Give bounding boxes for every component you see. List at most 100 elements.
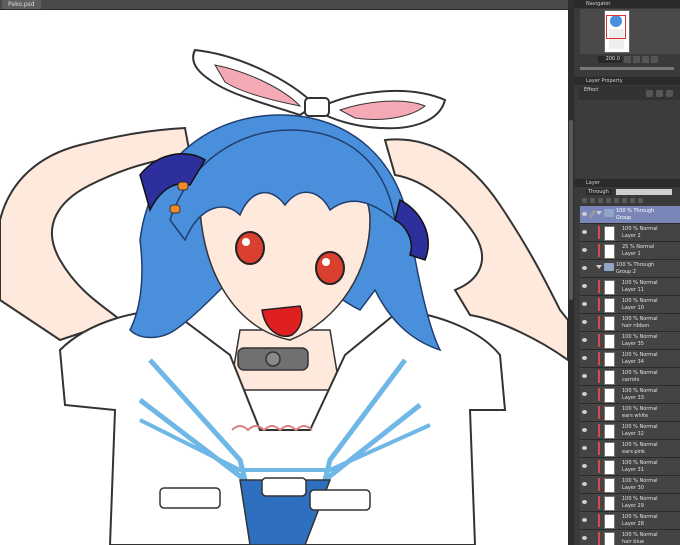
document-tab[interactable]: Peko.psd — [2, 0, 41, 9]
clip-icon[interactable] — [582, 198, 587, 203]
layer-thumbnail — [604, 496, 615, 511]
layer-color-indicator — [598, 424, 600, 437]
eye-icon[interactable] — [582, 230, 587, 234]
drawing-canvas[interactable] — [0, 10, 568, 545]
effect-tone-icon[interactable] — [656, 90, 663, 97]
zoom-value[interactable]: 200.0 — [598, 56, 622, 63]
navigator-preview[interactable] — [580, 9, 680, 54]
layer-thumbnail — [604, 460, 615, 475]
layer-row[interactable]: 100 % Normal Layer 35 — [580, 332, 680, 350]
eye-icon[interactable] — [582, 482, 587, 486]
layer-row[interactable]: 100 % Normal Layer 32 — [580, 422, 680, 440]
layer-row[interactable]: 100 % Normal Layer 10 — [580, 296, 680, 314]
layer-row[interactable]: 100 % Normal Layer 2 — [580, 224, 680, 242]
layer-folder-row[interactable]: 100 % Through Group 2 — [580, 260, 680, 278]
left-eye — [235, 231, 265, 265]
zoom-in-icon[interactable] — [633, 56, 640, 63]
eye-icon[interactable] — [582, 320, 587, 324]
carrot-clip-1 — [177, 181, 189, 191]
layer-blend-info: 100 % Normal — [622, 280, 658, 286]
eye-icon[interactable] — [582, 500, 587, 504]
layer-blend-info: 100 % Normal — [622, 334, 658, 340]
eye-icon[interactable] — [582, 284, 587, 288]
layer-name: Layer 31 — [622, 467, 644, 473]
layer-blend-info: 100 % Normal — [622, 424, 658, 430]
expand-chevron-icon[interactable] — [596, 211, 602, 215]
layer-blend-info: 100 % Normal — [622, 298, 658, 304]
pen-icon — [589, 209, 596, 219]
mask-icon[interactable] — [622, 198, 627, 203]
reference-icon[interactable] — [590, 198, 595, 203]
layer-thumbnail — [604, 406, 615, 421]
eye-icon[interactable] — [582, 266, 587, 270]
eye-icon[interactable] — [582, 212, 587, 216]
expand-chevron-icon[interactable] — [596, 265, 602, 269]
layer-blend-info: 100 % Normal — [622, 496, 658, 502]
zoom-out-icon[interactable] — [624, 56, 631, 63]
layer-thumbnail — [604, 388, 615, 403]
right-pocket-flap — [309, 489, 371, 511]
navigator-view-frame[interactable] — [606, 15, 626, 39]
layer-row[interactable]: 100 % Normal Layer 30 — [580, 476, 680, 494]
eye-icon[interactable] — [582, 518, 587, 522]
blend-mode-select[interactable]: Through — [586, 189, 612, 195]
effect-color-icon[interactable] — [666, 90, 673, 97]
scrollbar-thumb[interactable] — [569, 120, 573, 300]
navigator-controls: 200.0 — [580, 55, 680, 65]
layer-property-effect-row: Effect — [578, 86, 680, 100]
layer-row[interactable]: 100 % Normal hair blue — [580, 530, 680, 545]
layer-panel-title[interactable]: Layer — [586, 180, 600, 186]
layer-property-body — [578, 100, 680, 178]
draft-icon[interactable] — [598, 198, 603, 203]
lock-transparency-icon[interactable] — [614, 198, 619, 203]
layer-color-indicator — [598, 244, 600, 257]
right-eye — [315, 251, 345, 285]
layer-row[interactable]: 100 % Normal ears pink — [580, 440, 680, 458]
eye-icon[interactable] — [582, 428, 587, 432]
layer-thumbnail — [604, 352, 615, 367]
layer-color-icon[interactable] — [638, 198, 643, 203]
opacity-slider[interactable] — [616, 189, 672, 195]
eye-icon[interactable] — [582, 356, 587, 360]
eye-icon[interactable] — [582, 302, 587, 306]
layer-row[interactable]: 100 % Normal Layer 34 — [580, 350, 680, 368]
lock-icon[interactable] — [606, 198, 611, 203]
eye-icon[interactable] — [582, 392, 587, 396]
eye-icon[interactable] — [582, 410, 587, 414]
layer-row[interactable]: 100 % Normal hair ribbon — [580, 314, 680, 332]
eye-icon[interactable] — [582, 536, 587, 540]
layer-row[interactable]: 100 % Normal ears white — [580, 404, 680, 422]
folder-icon — [604, 263, 614, 271]
layer-name: Layer 35 — [622, 341, 644, 347]
layer-thumbnail — [604, 316, 615, 331]
eye-icon[interactable] — [582, 374, 587, 378]
layer-color-indicator — [598, 496, 600, 509]
layer-row[interactable]: 100 % Normal Layer 31 — [580, 458, 680, 476]
eye-icon[interactable] — [582, 446, 587, 450]
layer-color-indicator — [598, 514, 600, 527]
ruler-icon[interactable] — [630, 198, 635, 203]
layer-name: Layer 29 — [622, 503, 644, 509]
layer-color-indicator — [598, 298, 600, 311]
layer-blend-info: 100 % Normal — [622, 388, 658, 394]
layer-name: ears white — [622, 413, 649, 419]
zoom-slider[interactable] — [580, 67, 674, 70]
layer-row[interactable]: 100 % Normal Layer 11 — [580, 278, 680, 296]
layer-folder-row[interactable]: 100 % Through Group — [580, 206, 680, 224]
layer-row[interactable]: 100 % Normal carrots — [580, 368, 680, 386]
eye-icon[interactable] — [582, 464, 587, 468]
layer-blend-info: 100 % Normal — [622, 442, 658, 448]
eye-icon[interactable] — [582, 248, 587, 252]
effect-border-icon[interactable] — [646, 90, 653, 97]
actual-size-icon[interactable] — [651, 56, 658, 63]
eye-icon[interactable] — [582, 338, 587, 342]
layer-row[interactable]: 100 % Normal Layer 28 — [580, 512, 680, 530]
fit-icon[interactable] — [642, 56, 649, 63]
layer-row[interactable]: 25 % Normal Layer 1 — [580, 242, 680, 260]
layer-row[interactable]: 100 % Normal Layer 29 — [580, 494, 680, 512]
layer-name: hair ribbon — [622, 323, 650, 329]
layer-name: Group 2 — [616, 269, 636, 275]
layer-row[interactable]: 100 % Normal Layer 33 — [580, 386, 680, 404]
layer-name: Layer 10 — [622, 305, 644, 311]
navigator-thumbnail — [604, 10, 630, 53]
